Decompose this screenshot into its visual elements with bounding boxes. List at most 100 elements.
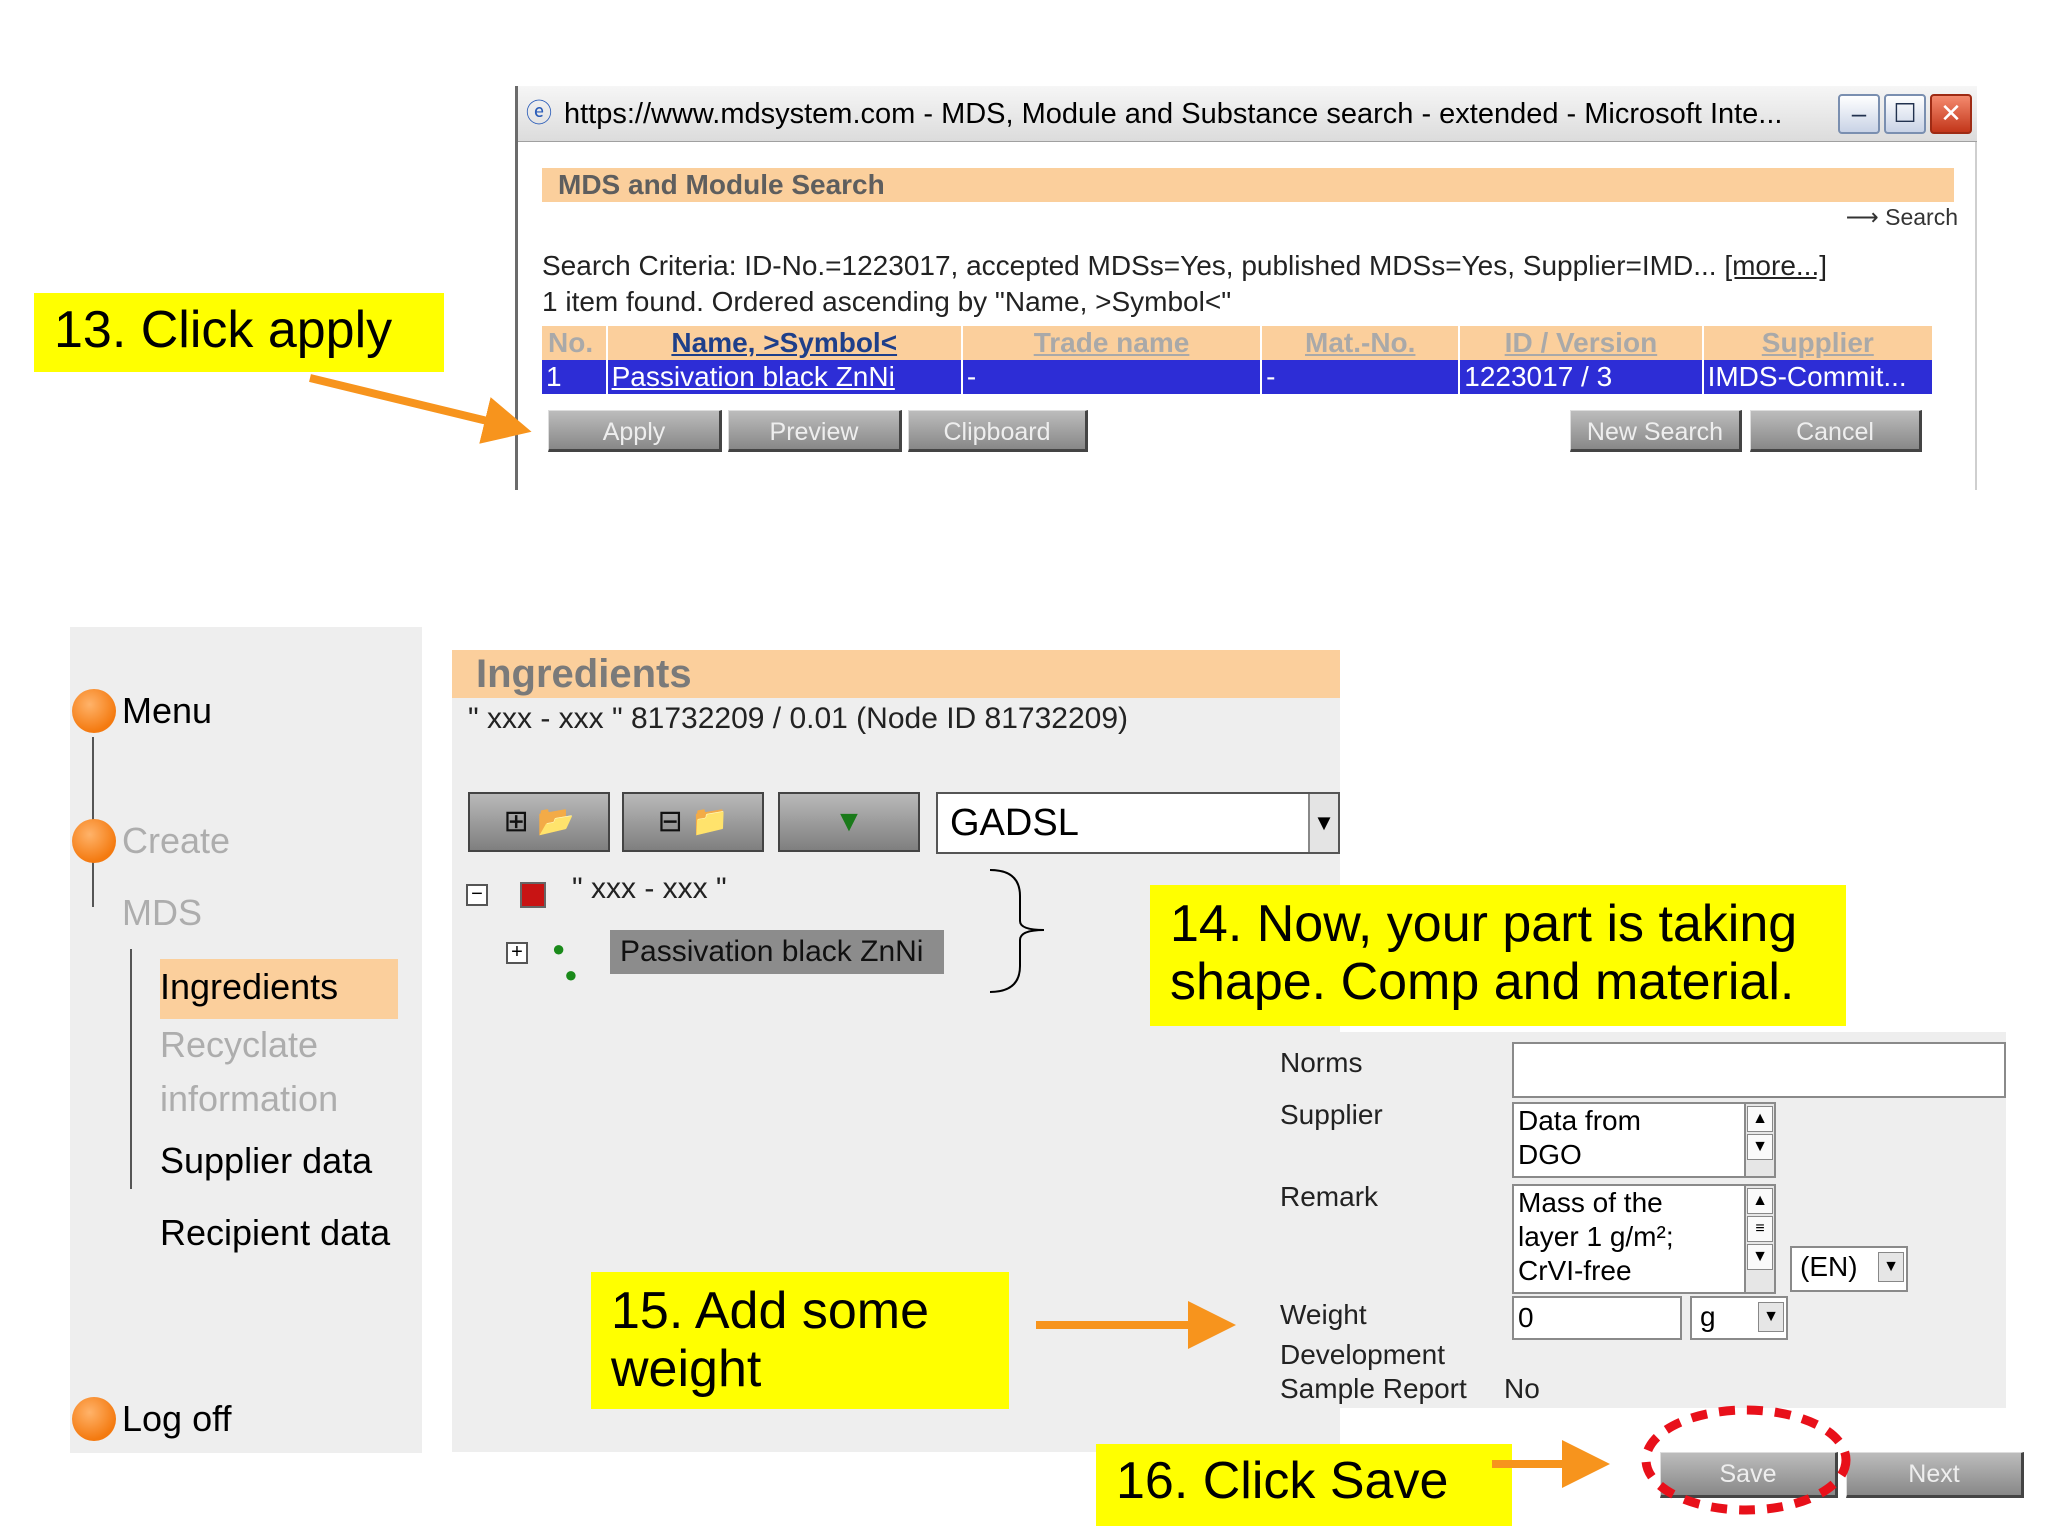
nav-mds[interactable]: MDS — [122, 891, 202, 935]
col-name[interactable]: Name, >Symbol< — [606, 326, 963, 360]
norms-label: Norms — [1280, 1047, 1363, 1078]
language-select[interactable]: (EN) ▼ — [1790, 1246, 1908, 1292]
chevron-down-icon[interactable]: ▼ — [1758, 1302, 1784, 1332]
nav-supplier-data[interactable]: Supplier data — [160, 1139, 372, 1183]
save-highlight-ring — [1641, 1405, 1851, 1515]
remark-line-2: layer 1 g/m²; — [1518, 1221, 1674, 1252]
scroll-thumb-icon[interactable]: ≡ — [1747, 1216, 1773, 1242]
scroll-up-icon[interactable]: ▲ — [1747, 1106, 1773, 1132]
cancel-button[interactable]: Cancel — [1750, 410, 1922, 452]
remark-line-1: Mass of the — [1518, 1187, 1663, 1218]
remark-line-3: CrVI-free — [1518, 1255, 1632, 1286]
cell-trade-name: - — [961, 360, 1263, 394]
detail-form: Norms Supplier Data from DGO ▲ ▼ Remark … — [1254, 1032, 2006, 1408]
arrow-to-apply-icon — [309, 374, 532, 444]
brace-icon — [989, 869, 1045, 993]
supplier-scrollbar[interactable]: ▲ ▼ — [1744, 1104, 1774, 1176]
create-bullet-icon — [72, 819, 116, 863]
node-subtitle: " xxx - xxx " 81732209 / 0.01 (Node ID 8… — [468, 702, 1129, 735]
next-button[interactable]: Next — [1846, 1452, 2024, 1498]
callout-step-13: 13. Click apply — [34, 293, 444, 372]
sample-report-value: No — [1504, 1373, 1540, 1404]
callout-step-16: 16. Click Save — [1096, 1444, 1512, 1526]
remark-label: Remark — [1280, 1181, 1379, 1212]
nav-ingredients[interactable]: Ingredients — [160, 965, 338, 1009]
chevron-down-icon[interactable]: ▼ — [1878, 1252, 1904, 1282]
gadsl-select[interactable]: GADSL ▼ — [936, 792, 1340, 854]
material-node-icon: ● ● — [552, 936, 578, 987]
scroll-up-icon[interactable]: ▲ — [1747, 1188, 1773, 1214]
results-header-row: No. Name, >Symbol< Trade name Mat.-No. I… — [542, 326, 1935, 360]
filter-button[interactable]: ▼ — [778, 792, 920, 852]
supplier-field[interactable]: Data from DGO ▲ ▼ — [1512, 1102, 1776, 1178]
new-search-button[interactable]: New Search — [1570, 410, 1742, 452]
tree-node-material[interactable]: Passivation black ZnNi — [610, 930, 944, 974]
col-id-version[interactable]: ID / Version — [1459, 326, 1704, 360]
tree-node-root[interactable]: " xxx - xxx " — [572, 872, 872, 906]
scroll-down-icon[interactable]: ▼ — [1747, 1134, 1773, 1160]
cell-name-text: Passivation black ZnNi — [611, 361, 895, 392]
weight-label: Weight — [1280, 1299, 1367, 1330]
search-header: MDS and Module Search — [542, 168, 1954, 202]
component-node-icon — [520, 882, 546, 908]
cell-mat-no: - — [1261, 360, 1461, 394]
supplier-line-1: Data from — [1518, 1105, 1641, 1136]
results-table: No. Name, >Symbol< Trade name Mat.-No. I… — [542, 326, 1935, 394]
development-label: Development — [1280, 1339, 1445, 1370]
filter-icon: ▼ — [834, 805, 864, 838]
tree-line — [130, 949, 132, 1189]
nav-recipient-data[interactable]: Recipient data — [160, 1211, 390, 1255]
nav-menu[interactable]: Menu — [122, 689, 212, 733]
preview-button[interactable]: Preview — [728, 410, 902, 452]
table-row[interactable]: 1 Passivation black ZnNi - - 1223017 / 3… — [542, 360, 1935, 394]
logoff-bullet-icon — [72, 1397, 116, 1441]
remark-scrollbar[interactable]: ▲ ≡ ▼ — [1744, 1186, 1774, 1292]
minimize-icon[interactable]: – — [1838, 94, 1880, 134]
nav-log-off[interactable]: Log off — [122, 1397, 231, 1441]
col-no: No. — [542, 326, 608, 360]
result-count: 1 item found. Ordered ascending by "Name… — [542, 286, 1232, 317]
scroll-down-icon[interactable]: ▼ — [1747, 1244, 1773, 1270]
collapse-all-button[interactable]: ⊟ 📁 — [622, 792, 764, 852]
maximize-icon[interactable]: ☐ — [1884, 94, 1926, 134]
more-link[interactable]: [more...] — [1724, 250, 1827, 281]
nav-create[interactable]: Create — [122, 819, 230, 863]
tree-expand-icon[interactable]: + — [506, 942, 528, 964]
criteria-text: Search Criteria: ID-No.=1223017, accepte… — [542, 250, 1717, 281]
search-link-label: Search — [1885, 204, 1958, 230]
left-navigation: Menu Create MDS Ingredients Recyclate in… — [70, 627, 422, 1453]
col-mat-no[interactable]: Mat.-No. — [1261, 326, 1461, 360]
expand-folder-icon: ⊞ 📂 — [503, 805, 575, 838]
clipboard-button[interactable]: Clipboard — [908, 410, 1088, 452]
close-icon[interactable]: ✕ — [1930, 94, 1972, 134]
callout-step-14: 14. Now, your part is taking shape. Comp… — [1150, 885, 1846, 1026]
col-supplier[interactable]: Supplier — [1702, 326, 1935, 360]
search-criteria: Search Criteria: ID-No.=1223017, accepte… — [542, 250, 1954, 282]
weight-unit-value: g — [1700, 1301, 1716, 1332]
search-link[interactable]: ⟶ Search — [1818, 204, 1958, 231]
cell-name[interactable]: Passivation black ZnNi — [606, 360, 963, 394]
browser-icon: ⓔ — [526, 98, 553, 128]
tree-collapse-icon[interactable]: − — [466, 884, 488, 906]
nav-recyclate-line2[interactable]: information — [160, 1077, 338, 1121]
callout-step-15: 15. Add some weight — [591, 1272, 1009, 1409]
chevron-down-icon[interactable]: ▼ — [1308, 794, 1338, 852]
weight-input[interactable]: 0 — [1512, 1296, 1682, 1340]
window-title: https://www.mdsystem.com - MDS, Module a… — [564, 98, 1783, 130]
cell-id-version: 1223017 / 3 — [1459, 360, 1704, 394]
remark-field[interactable]: Mass of the layer 1 g/m²; CrVI-free ▲ ≡ … — [1512, 1184, 1776, 1294]
cell-no: 1 — [542, 360, 608, 394]
menu-bullet-icon — [72, 689, 116, 733]
window-titlebar[interactable]: ⓔ https://www.mdsystem.com - MDS, Module… — [518, 86, 1977, 142]
cell-supplier: IMDS-Commit... — [1702, 360, 1935, 394]
apply-button[interactable]: Apply — [548, 410, 722, 452]
collapse-folder-icon: ⊟ 📁 — [657, 805, 729, 838]
gadsl-selected-value: GADSL — [950, 802, 1079, 844]
search-popup-window: ⓔ https://www.mdsystem.com - MDS, Module… — [515, 86, 1977, 490]
col-trade-name[interactable]: Trade name — [961, 326, 1263, 360]
supplier-label: Supplier — [1280, 1099, 1383, 1130]
weight-unit-select[interactable]: g ▼ — [1690, 1296, 1788, 1340]
nav-recyclate[interactable]: Recyclate — [160, 1023, 318, 1067]
expand-all-button[interactable]: ⊞ 📂 — [468, 792, 610, 852]
norms-field[interactable] — [1512, 1042, 2006, 1098]
